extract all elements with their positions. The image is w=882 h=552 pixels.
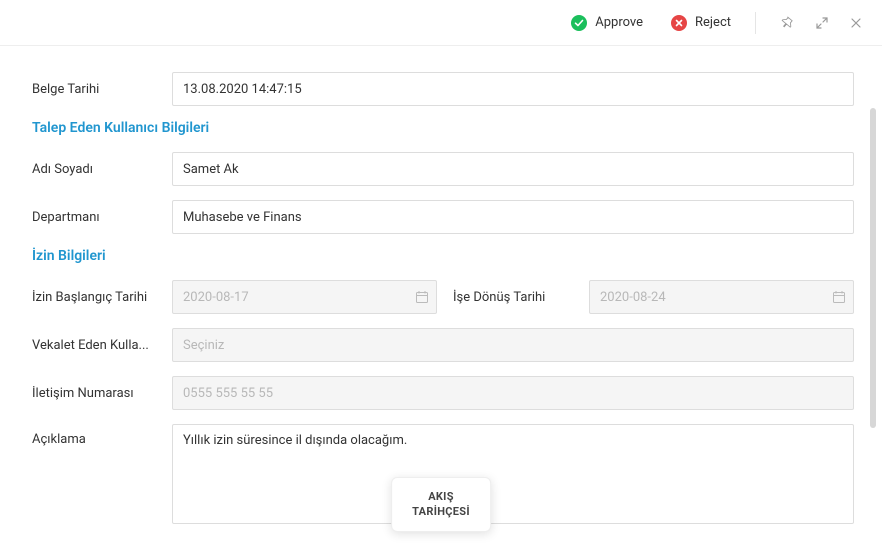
calendar-icon [415,290,429,304]
description-textarea[interactable] [172,424,854,524]
name-label: Adı Soyadı [32,162,172,177]
phone-placeholder: 0555 555 55 55 [183,386,273,401]
start-date-field[interactable]: 2020-08-17 [172,280,437,314]
phone-input[interactable]: 0555 555 55 55 [172,376,854,410]
doc-date-input[interactable] [172,72,854,106]
reject-button[interactable]: Reject [661,11,741,35]
flow-history-line1: AKIŞ [412,490,470,504]
row-doc-date: Belge Tarihi [32,72,854,106]
row-phone: İletişim Numarası 0555 555 55 55 [32,376,854,410]
row-department: Departmanı [32,200,854,234]
deputy-placeholder: Seçiniz [183,338,224,353]
return-date-field[interactable]: 2020-08-24 [589,280,854,314]
scrollbar[interactable] [870,108,876,428]
row-deputy: Vekalet Eden Kulla... Seçiniz [32,328,854,362]
start-date-value: 2020-08-17 [183,290,249,305]
divider [755,12,756,34]
pin-icon[interactable] [780,15,796,31]
description-label: Açıklama [32,424,172,447]
reject-label: Reject [695,15,731,30]
row-name: Adı Soyadı [32,152,854,186]
approve-button[interactable]: Approve [561,11,653,35]
return-date-label: İşe Dönüş Tarihi [453,290,573,305]
approve-label: Approve [595,15,643,30]
header-toolbar: Approve Reject [0,0,882,46]
check-icon [571,15,587,31]
doc-date-label: Belge Tarihi [32,82,172,97]
close-icon[interactable] [848,15,864,31]
flow-history-button[interactable]: AKIŞ TARİHÇESİ [391,477,491,532]
x-circle-icon [671,15,687,31]
start-date-label: İzin Başlangıç Tarihi [32,290,172,305]
expand-icon[interactable] [814,15,830,31]
deputy-select[interactable]: Seçiniz [172,328,854,362]
row-dates: İzin Başlangıç Tarihi 2020-08-17 İşe Dön… [32,280,854,314]
section-leave-title: İzin Bilgileri [32,248,854,264]
calendar-icon [832,290,846,304]
department-label: Departmanı [32,210,172,225]
deputy-label: Vekalet Eden Kulla... [32,338,172,353]
department-input[interactable] [172,200,854,234]
section-requester-title: Talep Eden Kullanıcı Bilgileri [32,120,854,136]
return-date-value: 2020-08-24 [600,290,666,305]
phone-label: İletişim Numarası [32,386,172,401]
name-input[interactable] [172,152,854,186]
flow-history-line2: TARİHÇESİ [412,505,470,519]
form-content: Belge Tarihi Talep Eden Kullanıcı Bilgil… [0,46,882,552]
